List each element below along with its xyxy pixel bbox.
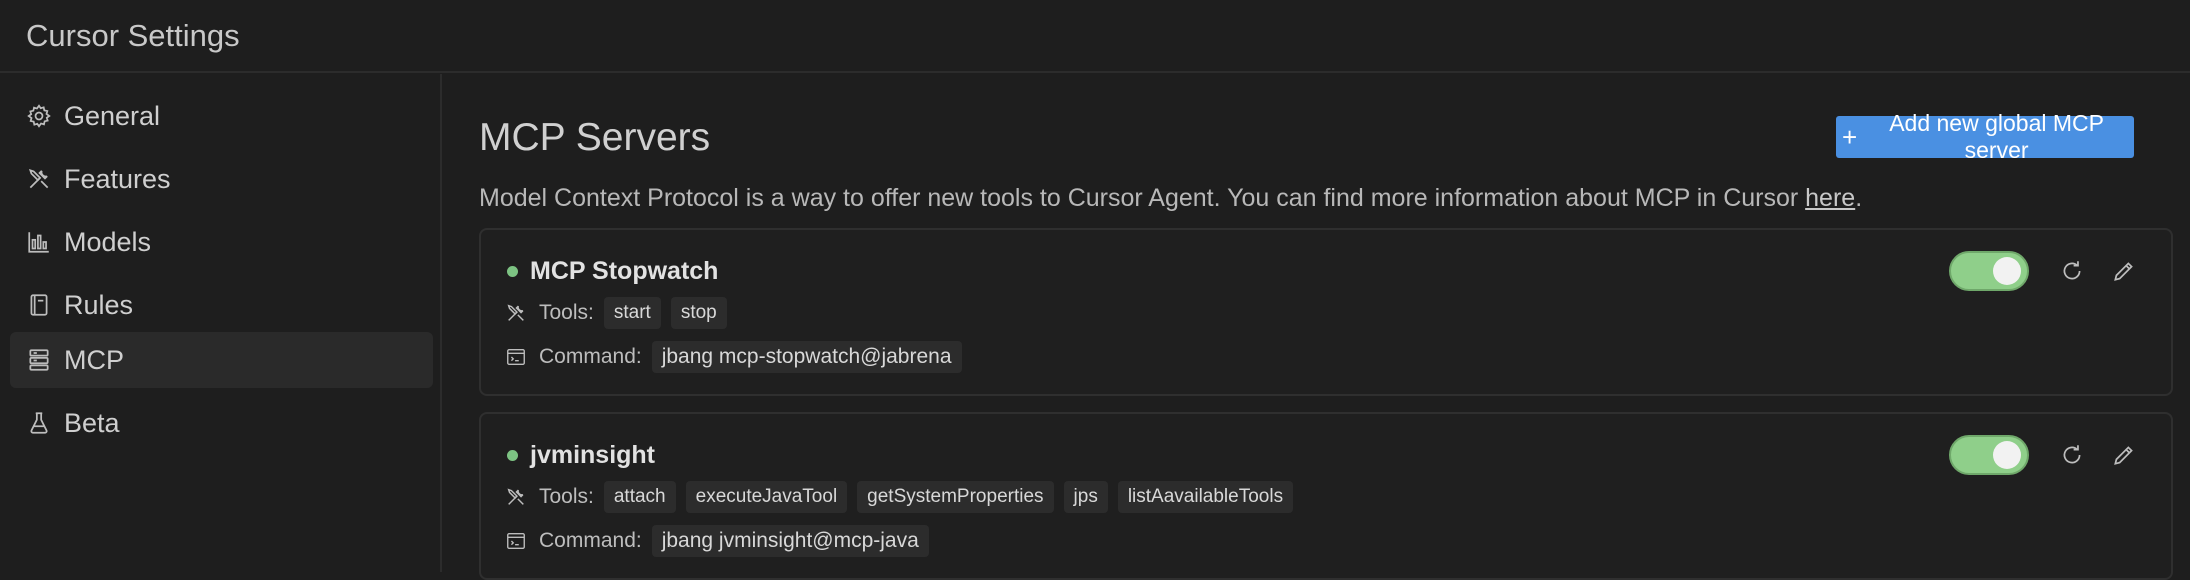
pencil-icon <box>2114 262 2133 281</box>
add-global-mcp-server-button[interactable]: + Add new global MCP server <box>1836 110 2134 163</box>
tool-chip: attach <box>603 481 676 513</box>
tool-chip: start <box>603 297 661 329</box>
sidebar-item-label: MCP <box>64 344 124 375</box>
sidebar-item-beta[interactable]: Beta <box>10 395 433 451</box>
refresh-button[interactable] <box>2057 440 2087 470</box>
command-value: jbang mcp-stopwatch@jabrena <box>651 341 962 373</box>
gear-icon <box>26 103 52 129</box>
status-indicator <box>507 450 518 461</box>
edit-button[interactable] <box>2109 256 2139 286</box>
add-button-label: Add new global MCP server <box>1889 110 2104 163</box>
page-description: Model Context Protocol is a way to offer… <box>479 184 1863 212</box>
chart-icon <box>26 229 52 255</box>
toggle-knob <box>1993 441 2021 469</box>
command-label: Command: <box>539 529 642 552</box>
status-indicator <box>507 266 518 277</box>
window-title: Cursor Settings <box>26 18 240 53</box>
tools-row: Tools: start stop <box>505 295 737 331</box>
tools-icon <box>505 302 527 324</box>
sidebar-item-label: Models <box>64 226 152 257</box>
main-content: MCP Servers + Add new global MCP server … <box>444 74 2190 580</box>
tools-icon <box>505 486 527 508</box>
refresh-icon <box>2063 445 2081 464</box>
sidebar-item-mcp[interactable]: MCP <box>10 332 433 388</box>
sidebar-item-label: Features <box>64 163 171 194</box>
sidebar-item-label: Rules <box>64 289 134 320</box>
server-enable-toggle[interactable] <box>1949 435 2029 475</box>
refresh-button[interactable] <box>2057 256 2087 286</box>
sidebar-item-label: Beta <box>64 407 120 438</box>
tool-chip: jps <box>1063 481 1108 513</box>
flask-icon <box>26 410 52 436</box>
sidebar-item-models[interactable]: Models <box>10 214 433 270</box>
tools-label: Tools: <box>539 485 594 508</box>
tool-chip: getSystemProperties <box>857 481 1054 513</box>
tool-chip: listAavailableTools <box>1117 481 1294 513</box>
server-name: jvminsight <box>530 441 656 469</box>
edit-button[interactable] <box>2109 440 2139 470</box>
mcp-docs-link[interactable]: here <box>1805 184 1855 212</box>
toggle-knob <box>1993 257 2021 285</box>
command-label: Command: <box>539 345 642 368</box>
command-value: jbang jvminsight@mcp-java <box>651 525 929 557</box>
sidebar: General Features Models Rules MCP Beta <box>0 74 442 572</box>
server-icon <box>26 347 52 373</box>
tools-row: Tools: attach executeJavaTool getSystemP… <box>505 479 1303 515</box>
server-card-jvminsight: jvminsight Tools: attach executeJavaTool… <box>479 412 2173 580</box>
tool-chip: executeJavaTool <box>685 481 848 513</box>
tool-chip: stop <box>670 297 727 329</box>
server-enable-toggle[interactable] <box>1949 251 2029 291</box>
terminal-icon <box>505 346 527 368</box>
tools-icon <box>26 166 52 192</box>
refresh-icon <box>2063 261 2081 280</box>
sidebar-item-general[interactable]: General <box>10 88 433 144</box>
tools-label: Tools: <box>539 301 594 324</box>
plus-icon: + <box>1842 122 1858 152</box>
server-card-mcp-stopwatch: MCP Stopwatch Tools: start stop Command:… <box>479 228 2173 396</box>
command-row: Command: jbang jvminsight@mcp-java <box>505 523 939 559</box>
server-name: MCP Stopwatch <box>530 257 719 285</box>
titlebar: Cursor Settings <box>0 0 2190 73</box>
command-row: Command: jbang mcp-stopwatch@jabrena <box>505 339 972 375</box>
page-title: MCP Servers <box>479 116 711 159</box>
sidebar-item-label: General <box>64 100 161 131</box>
terminal-icon <box>505 530 527 552</box>
book-icon <box>26 292 52 318</box>
sidebar-item-features[interactable]: Features <box>10 151 433 207</box>
pencil-icon <box>2114 446 2133 465</box>
sidebar-item-rules[interactable]: Rules <box>10 277 433 333</box>
